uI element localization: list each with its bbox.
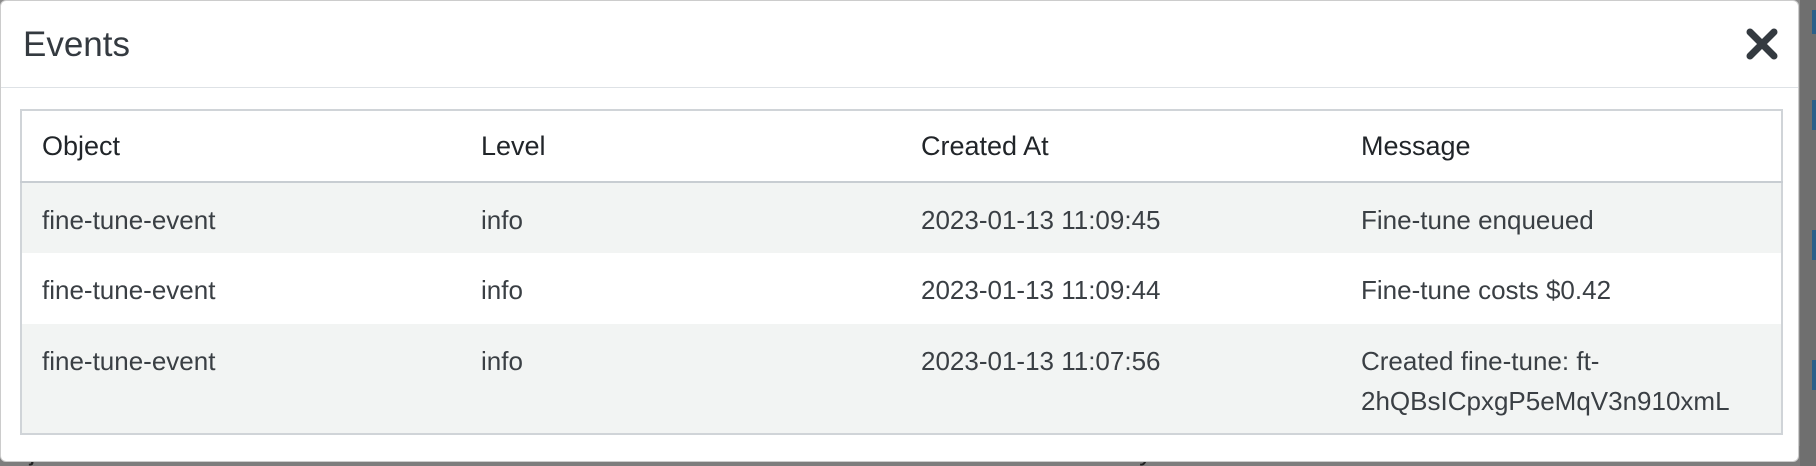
cell-level: info [461,182,901,253]
events-table: Object Level Created At Message fine-tun… [20,109,1783,435]
table-row: fine-tune-event info 2023-01-13 11:07:56… [21,324,1782,434]
cell-level: info [461,324,901,434]
cell-created-at: 2023-01-13 11:07:56 [901,324,1341,434]
cell-message: Fine-tune enqueued [1341,182,1782,253]
cell-created-at: 2023-01-13 11:09:44 [901,253,1341,324]
column-header-object: Object [21,110,461,183]
background-scroll-edge [1800,0,1816,466]
cell-object: fine-tune-event [21,324,461,434]
modal-body: Object Level Created At Message fine-tun… [20,109,1783,435]
column-header-message: Message [1341,110,1782,183]
table-header-row: Object Level Created At Message [21,110,1782,183]
modal-title: Events [23,25,130,64]
column-header-level: Level [461,110,901,183]
table-row: fine-tune-event info 2023-01-13 11:09:45… [21,182,1782,253]
cell-object: fine-tune-event [21,253,461,324]
cell-level: info [461,253,901,324]
events-modal: Events Object Level Created At Message f… [0,0,1799,462]
column-header-created-at: Created At [901,110,1341,183]
close-icon[interactable] [1744,26,1780,62]
table-row: fine-tune-event info 2023-01-13 11:09:44… [21,253,1782,324]
cell-message: Created fine-tune: ft-2hQBsICpxgP5eMqV3n… [1341,324,1782,434]
cell-message: Fine-tune costs $0.42 [1341,253,1782,324]
cell-created-at: 2023-01-13 11:09:45 [901,182,1341,253]
cell-object: fine-tune-event [21,182,461,253]
modal-header: Events [1,1,1798,88]
